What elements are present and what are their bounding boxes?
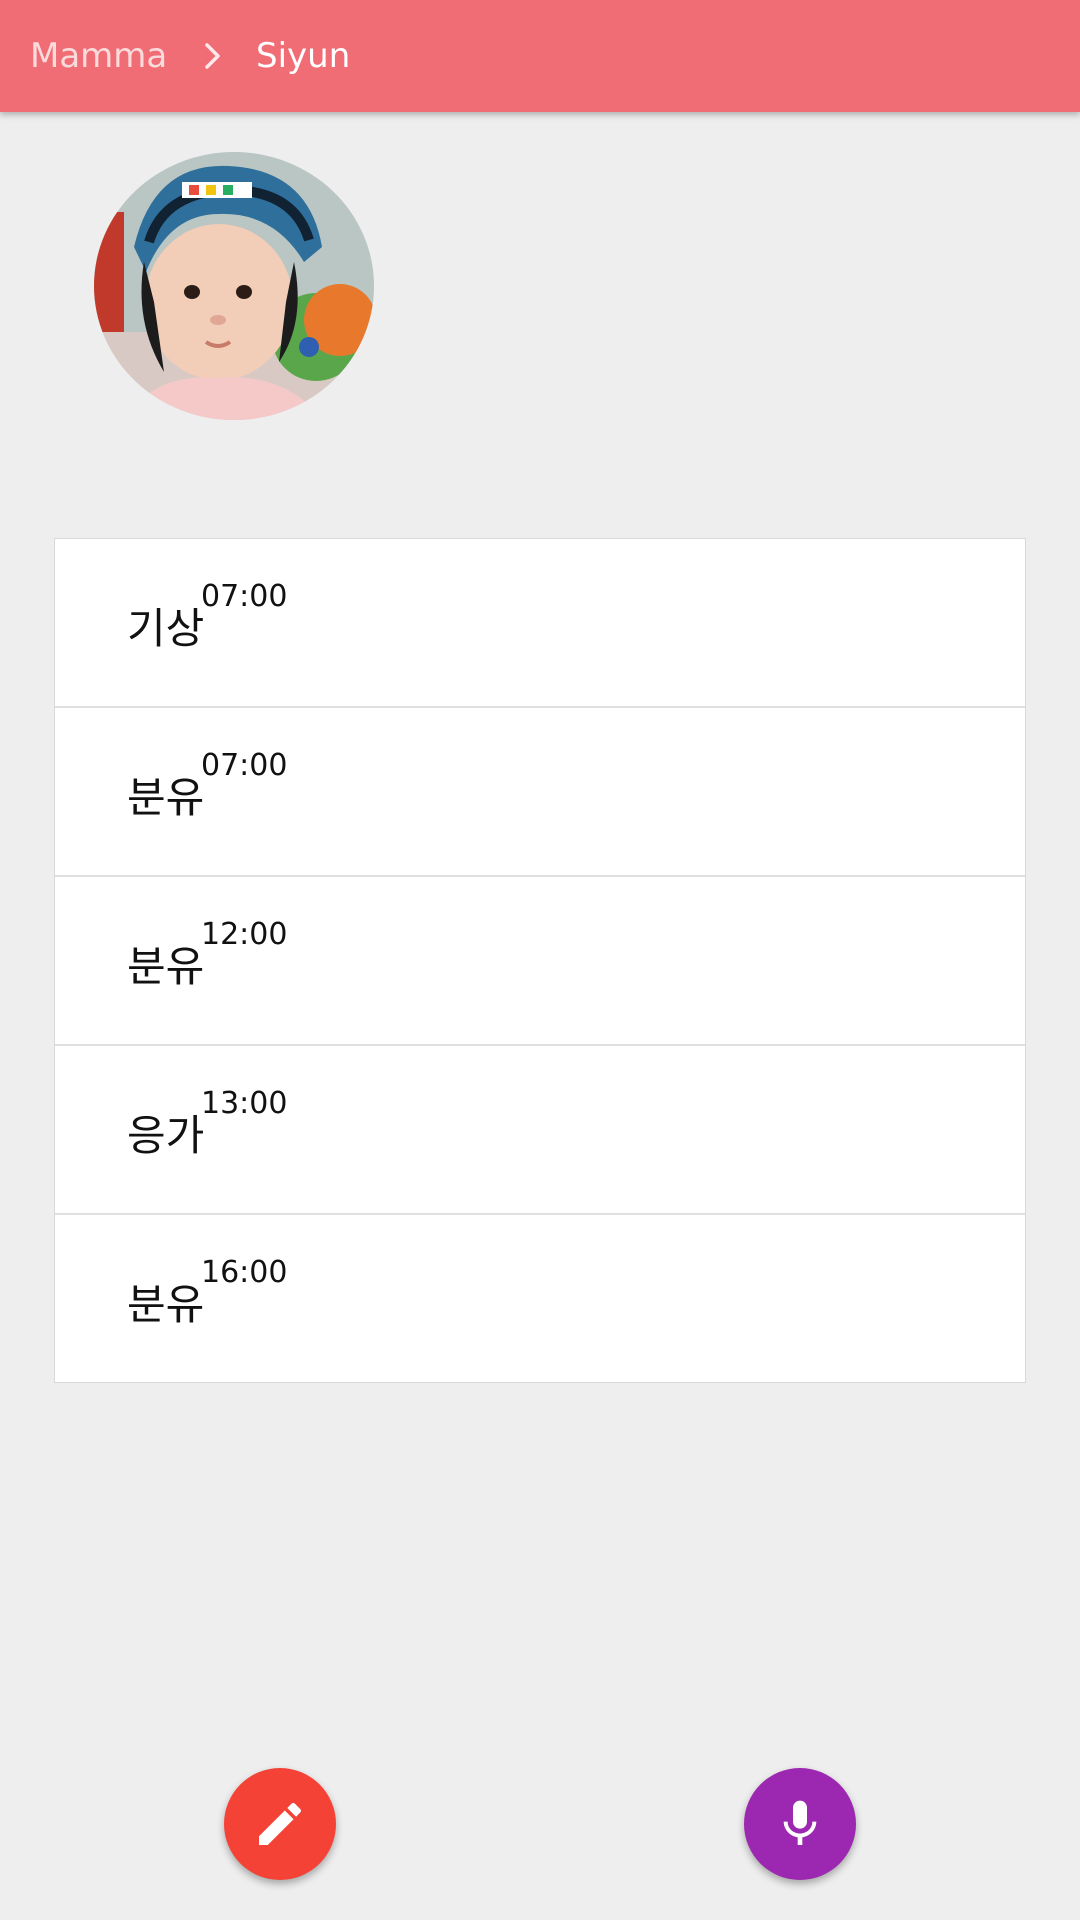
activity-label: 기상 (127, 604, 205, 653)
avatar-photo (94, 152, 374, 420)
activity-label: 분유 (127, 1280, 205, 1329)
pencil-icon (259, 1802, 302, 1845)
app-bar: Mamma Siyun (0, 0, 1080, 112)
list-item[interactable]: 응가 13:00 (55, 1046, 1025, 1215)
activity-time: 07:00 (201, 579, 288, 614)
activity-time: 16:00 (201, 1255, 288, 1290)
microphone-icon (783, 1800, 817, 1845)
voice-input-button[interactable] (744, 1768, 856, 1880)
activity-label: 분유 (127, 942, 205, 991)
chevron-right-icon (205, 43, 220, 69)
edit-button[interactable] (224, 1768, 336, 1880)
activity-label: 응가 (127, 1111, 205, 1160)
list-item[interactable]: 분유 12:00 (55, 877, 1025, 1046)
breadcrumb-parent[interactable]: Mamma (30, 34, 167, 78)
avatar[interactable] (94, 152, 374, 420)
activity-time: 07:00 (201, 748, 288, 783)
activity-time: 12:00 (201, 917, 288, 952)
activity-time: 13:00 (201, 1086, 288, 1121)
list-item[interactable]: 분유 07:00 (55, 708, 1025, 877)
activity-label: 분유 (127, 773, 205, 822)
list-item[interactable]: 기상 07:00 (55, 539, 1025, 708)
list-item[interactable]: 분유 16:00 (55, 1215, 1025, 1382)
breadcrumb-current: Siyun (256, 36, 351, 76)
schedule-list: 기상 07:00 분유 07:00 분유 12:00 응가 13:00 분유 1… (54, 538, 1026, 1383)
